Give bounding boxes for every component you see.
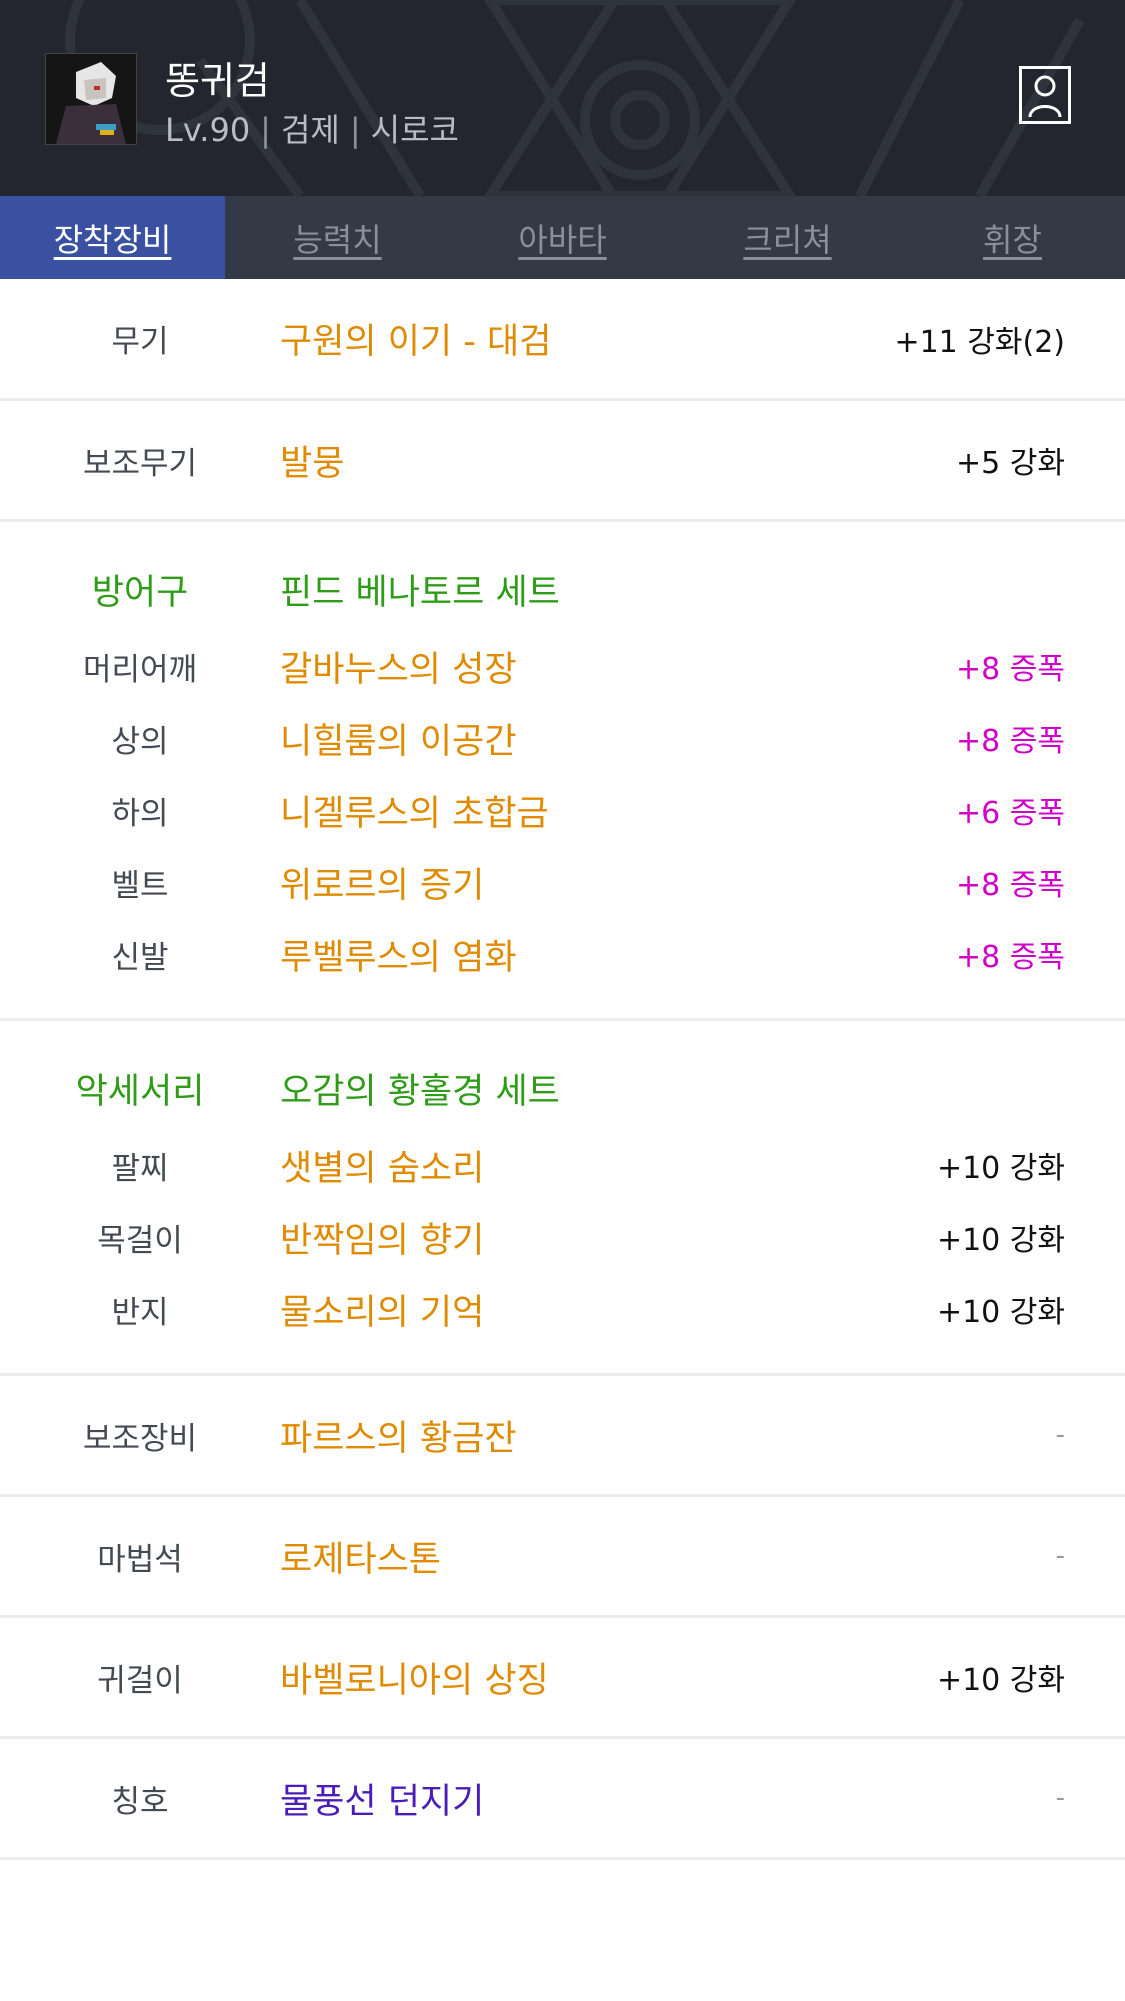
character-info: Lv.90 | 검제 | 시로코 xyxy=(165,105,459,151)
tab-bar: 장착장비 능력치 아바타 크리쳐 휘장 xyxy=(0,196,1125,279)
accessory-group: 악세서리 오감의 황홀경 세트 팔찌 샛별의 숨소리 +10 강화 목걸이 반짝… xyxy=(0,1021,1125,1376)
item-name: 구원의 이기 - 대검 xyxy=(280,322,552,362)
profile-button[interactable] xyxy=(1019,66,1071,124)
character-header: 똥귀검 Lv.90 | 검제 | 시로코 xyxy=(0,0,1125,196)
equip-row-head-shoulder[interactable]: 머리어깨 갈바누스의 성장 +8 증폭 xyxy=(0,630,1125,702)
equip-row-shoes[interactable]: 신발 루벨루스의 염화 +8 증폭 xyxy=(0,918,1125,990)
item-upgrade: +5 강화 xyxy=(956,446,1065,481)
armor-set-header[interactable]: 방어구 핀드 베나토르 세트 xyxy=(0,548,1125,630)
slot-label: 반지 xyxy=(111,1294,169,1331)
equip-row-earring[interactable]: 귀걸이 바벨로니아의 상징 +10 강화 xyxy=(0,1618,1125,1739)
equip-row-bottom[interactable]: 하의 니겔루스의 초합금 +6 증폭 xyxy=(0,774,1125,846)
tab-creature[interactable]: 크리쳐 xyxy=(675,196,900,279)
character-server: 시로코 xyxy=(370,111,459,149)
item-upgrade: +10 강화 xyxy=(936,1663,1065,1698)
item-amplify: +8 증폭 xyxy=(956,940,1065,975)
item-name: 위로르의 증기 xyxy=(280,865,485,906)
equip-row-subweapon[interactable]: 보조무기 발뭉 +5 강화 xyxy=(0,401,1125,522)
equip-row-sub-equipment[interactable]: 보조장비 파르스의 황금잔 - xyxy=(0,1376,1125,1497)
character-portrait-icon xyxy=(46,54,136,144)
item-name: 샛별의 숨소리 xyxy=(280,1148,485,1189)
item-name: 물풍선 던지기 xyxy=(280,1781,485,1822)
equip-row-title[interactable]: 칭호 물풍선 던지기 - xyxy=(0,1739,1125,1860)
set-name: 오감의 황홀경 세트 xyxy=(280,1071,560,1112)
item-name: 니힐룸의 이공간 xyxy=(280,721,517,762)
slot-label: 팔찌 xyxy=(111,1150,169,1187)
tab-avatar[interactable]: 아바타 xyxy=(450,196,675,279)
info-separator: | xyxy=(349,111,361,149)
slot-label: 귀걸이 xyxy=(97,1662,183,1699)
equip-row-belt[interactable]: 벨트 위로르의 증기 +8 증폭 xyxy=(0,846,1125,918)
item-name: 발뭉 xyxy=(280,443,345,484)
item-upgrade: +10 강화 xyxy=(936,1295,1065,1330)
slot-label: 하의 xyxy=(111,795,169,832)
equip-row-top[interactable]: 상의 니힐룸의 이공간 +8 증폭 xyxy=(0,702,1125,774)
accessory-set-header[interactable]: 악세서리 오감의 황홀경 세트 xyxy=(0,1047,1125,1129)
slot-label: 보조장비 xyxy=(82,1420,198,1457)
tab-equipment[interactable]: 장착장비 xyxy=(0,196,225,279)
character-name: 똥귀검 xyxy=(165,59,270,103)
tab-insignia[interactable]: 휘장 xyxy=(900,196,1125,279)
item-upgrade: +11 강화(2) xyxy=(894,324,1065,360)
person-icon xyxy=(1028,75,1062,118)
equip-row-ring[interactable]: 반지 물소리의 기억 +10 강화 xyxy=(0,1273,1125,1345)
group-label: 악세서리 xyxy=(75,1071,205,1112)
slot-label: 목걸이 xyxy=(97,1222,183,1259)
item-name: 반짝임의 향기 xyxy=(280,1220,485,1261)
item-upgrade: - xyxy=(1055,1541,1065,1571)
item-name: 파르스의 황금잔 xyxy=(280,1418,517,1459)
item-upgrade: - xyxy=(1055,1783,1065,1813)
slot-label: 벨트 xyxy=(111,867,169,904)
character-avatar xyxy=(45,53,137,145)
info-separator: | xyxy=(260,111,271,149)
slot-label: 신발 xyxy=(111,939,169,976)
item-upgrade: +10 강화 xyxy=(936,1223,1065,1258)
equip-row-magic-stone[interactable]: 마법석 로제타스톤 - xyxy=(0,1497,1125,1618)
character-job: 검제 xyxy=(280,111,340,149)
item-name: 바벨로니아의 상징 xyxy=(280,1660,549,1701)
item-name: 물소리의 기억 xyxy=(280,1292,485,1333)
set-name: 핀드 베나토르 세트 xyxy=(280,572,560,613)
equip-row-necklace[interactable]: 목걸이 반짝임의 향기 +10 강화 xyxy=(0,1201,1125,1273)
item-name: 루벨루스의 염화 xyxy=(280,937,517,978)
item-name: 로제타스톤 xyxy=(280,1539,442,1580)
item-amplify: +8 증폭 xyxy=(956,652,1065,687)
slot-label: 칭호 xyxy=(111,1783,169,1820)
item-amplify: +6 증폭 xyxy=(956,796,1065,831)
slot-label: 무기 xyxy=(111,324,169,360)
group-label: 방어구 xyxy=(91,572,189,613)
item-name: 니겔루스의 초합금 xyxy=(280,793,549,834)
item-amplify: +8 증폭 xyxy=(956,724,1065,759)
item-name: 갈바누스의 성장 xyxy=(280,649,517,690)
item-upgrade: - xyxy=(1055,1420,1065,1450)
slot-label: 보조무기 xyxy=(82,445,198,482)
character-level: Lv.90 xyxy=(165,111,251,149)
equip-row-bracelet[interactable]: 팔찌 샛별의 숨소리 +10 강화 xyxy=(0,1129,1125,1201)
armor-group: 방어구 핀드 베나토르 세트 머리어깨 갈바누스의 성장 +8 증폭 상의 니힐… xyxy=(0,522,1125,1021)
equip-row-weapon[interactable]: 무기 구원의 이기 - 대검 +11 강화(2) xyxy=(0,279,1125,401)
tab-stats[interactable]: 능력치 xyxy=(225,196,450,279)
item-upgrade: +10 강화 xyxy=(936,1151,1065,1186)
item-amplify: +8 증폭 xyxy=(956,868,1065,903)
slot-label: 마법석 xyxy=(97,1541,183,1578)
slot-label: 상의 xyxy=(111,723,169,760)
slot-label: 머리어깨 xyxy=(82,651,198,688)
